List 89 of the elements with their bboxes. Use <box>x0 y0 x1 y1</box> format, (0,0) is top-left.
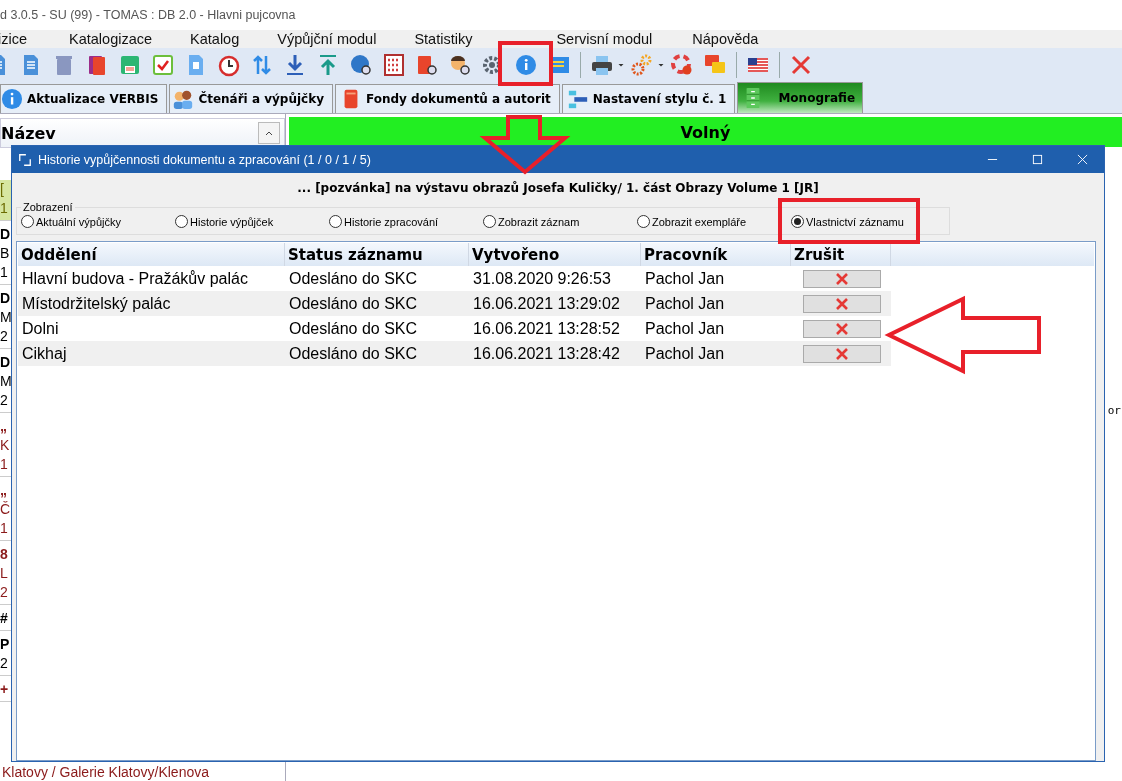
text-fragment: M <box>0 372 10 391</box>
printer-icon[interactable] <box>590 53 614 77</box>
menu-item[interactable]: Katalog <box>190 31 240 47</box>
window-title: d 3.0.5 - SU (99) - TOMAS : DB 2.0 - Hlavni pujcovna <box>0 8 296 22</box>
menu-item[interactable]: Nápověda <box>692 31 759 47</box>
checkbox-icon[interactable] <box>151 53 175 77</box>
radio-option[interactable]: Aktuální výpůjčky <box>21 215 175 228</box>
text-fragment: D <box>0 289 10 308</box>
table-cell: Pachol Jan <box>641 291 791 316</box>
tab[interactable]: Monografie <box>737 82 864 113</box>
text-fragment: K <box>0 436 10 455</box>
table-cell: Cikhaj <box>18 341 285 366</box>
close-icon <box>835 296 849 311</box>
person-search-icon[interactable] <box>448 53 472 77</box>
tab[interactable]: Čtenáři a výpůjčky <box>169 84 333 113</box>
tab[interactable]: Nastavení stylu č. 1 <box>561 84 736 113</box>
delete-button[interactable] <box>803 319 881 338</box>
globe-search-icon[interactable] <box>349 53 373 77</box>
table-cell: 16.06.2021 13:28:42 <box>469 341 641 366</box>
gears-icon[interactable] <box>630 53 654 77</box>
radio-button[interactable] <box>21 215 34 228</box>
delete-button[interactable] <box>803 269 881 288</box>
text-fragment: 1 <box>0 455 9 474</box>
diagram-icon <box>566 88 589 110</box>
alarm-clock-icon[interactable] <box>217 53 241 77</box>
status-banner: Volný <box>289 117 1122 147</box>
text-fragment: D <box>0 353 10 372</box>
text-fragment: P <box>0 635 10 654</box>
text-fragment: D <box>0 225 10 244</box>
text-fragment: „ <box>0 481 8 500</box>
text-fragment: or <box>1107 404 1121 417</box>
radio-button[interactable] <box>483 215 496 228</box>
floppy-icon[interactable] <box>118 53 142 77</box>
text-fragment: „ <box>0 417 8 436</box>
text-fragment: + <box>0 680 10 699</box>
text-fragment: 2 <box>0 654 9 673</box>
document-title: ... [pozvánka] na výstavu obrazů Josefa Kuličky/ 1. část Obrazy Volume 1 [JR] <box>297 181 819 195</box>
text-fragment: [ <box>0 180 5 199</box>
book-search-icon[interactable] <box>415 53 439 77</box>
menu-item[interactable]: Statistiky <box>414 31 473 47</box>
text-fragment: L <box>0 564 9 583</box>
tab[interactable]: Aktualizace VERBIS <box>0 84 168 113</box>
radio-option[interactable]: Zobrazit záznam <box>483 215 637 228</box>
table-cell: Odesláno do SKC <box>285 291 469 316</box>
table-cell: Pachol Jan <box>641 341 791 366</box>
close-icon <box>835 346 849 361</box>
delete-button[interactable] <box>803 294 881 313</box>
text-fragment: 2 <box>0 583 9 602</box>
close-icon <box>835 321 849 336</box>
text-fragment: 8 <box>0 545 9 564</box>
radio-option[interactable]: Vlastnictví záznamu <box>791 215 945 228</box>
lifebuoy-icon[interactable] <box>670 53 694 77</box>
delete-button[interactable] <box>803 344 881 363</box>
radio-button[interactable] <box>637 215 650 228</box>
menu-item[interactable]: Servisní modul <box>556 31 653 47</box>
table-cell: Odesláno do SKC <box>285 341 469 366</box>
text-fragment: 1 <box>0 519 9 538</box>
radio-option[interactable]: Historie výpůjček <box>175 215 329 228</box>
close-icon[interactable] <box>789 53 813 77</box>
text-fragment: # <box>0 609 9 628</box>
text-fragment: 1 <box>0 199 9 218</box>
close-icon[interactable] <box>1077 154 1088 165</box>
menu-item[interactable]: Výpůjční modul <box>277 31 377 47</box>
text-fragment: 2 <box>0 327 9 346</box>
info-icon[interactable] <box>514 53 538 77</box>
close-icon <box>835 271 849 286</box>
column-header: Název <box>1 123 56 143</box>
info-icon <box>1 88 23 110</box>
highlight-frame <box>498 41 553 86</box>
group-label: Zobrazení <box>22 201 74 213</box>
text-fragment: B <box>0 244 10 263</box>
table-cell: Místodržitelský palác <box>18 291 285 316</box>
radio-option[interactable]: Zobrazit exempláře <box>637 215 791 228</box>
people-icon <box>172 88 195 110</box>
text-fragment: 2 <box>0 391 9 410</box>
radio-button[interactable] <box>329 215 342 228</box>
menu-item[interactable]: Katalogizace <box>69 31 153 47</box>
radio-option[interactable]: Historie zpracování <box>329 215 483 228</box>
window-icon <box>18 152 32 167</box>
tab[interactable]: Fondy dokumentů a autorit <box>335 84 560 113</box>
list-entry: Klatovy / Galerie Klatovy/Klenova <box>2 764 209 780</box>
radio-button[interactable] <box>791 215 804 228</box>
text-fragment: 1 <box>0 263 9 282</box>
text-fragment: M <box>0 308 10 327</box>
table-cell: 16.06.2021 13:29:02 <box>469 291 641 316</box>
radio-button[interactable] <box>175 215 188 228</box>
text-fragment: Č <box>0 500 10 519</box>
dialog-title: Historie vypůjčennosti dokumentu a zpracování (1 / 0 / 1 / 5) <box>38 152 371 167</box>
maximize-icon[interactable] <box>1032 154 1043 165</box>
